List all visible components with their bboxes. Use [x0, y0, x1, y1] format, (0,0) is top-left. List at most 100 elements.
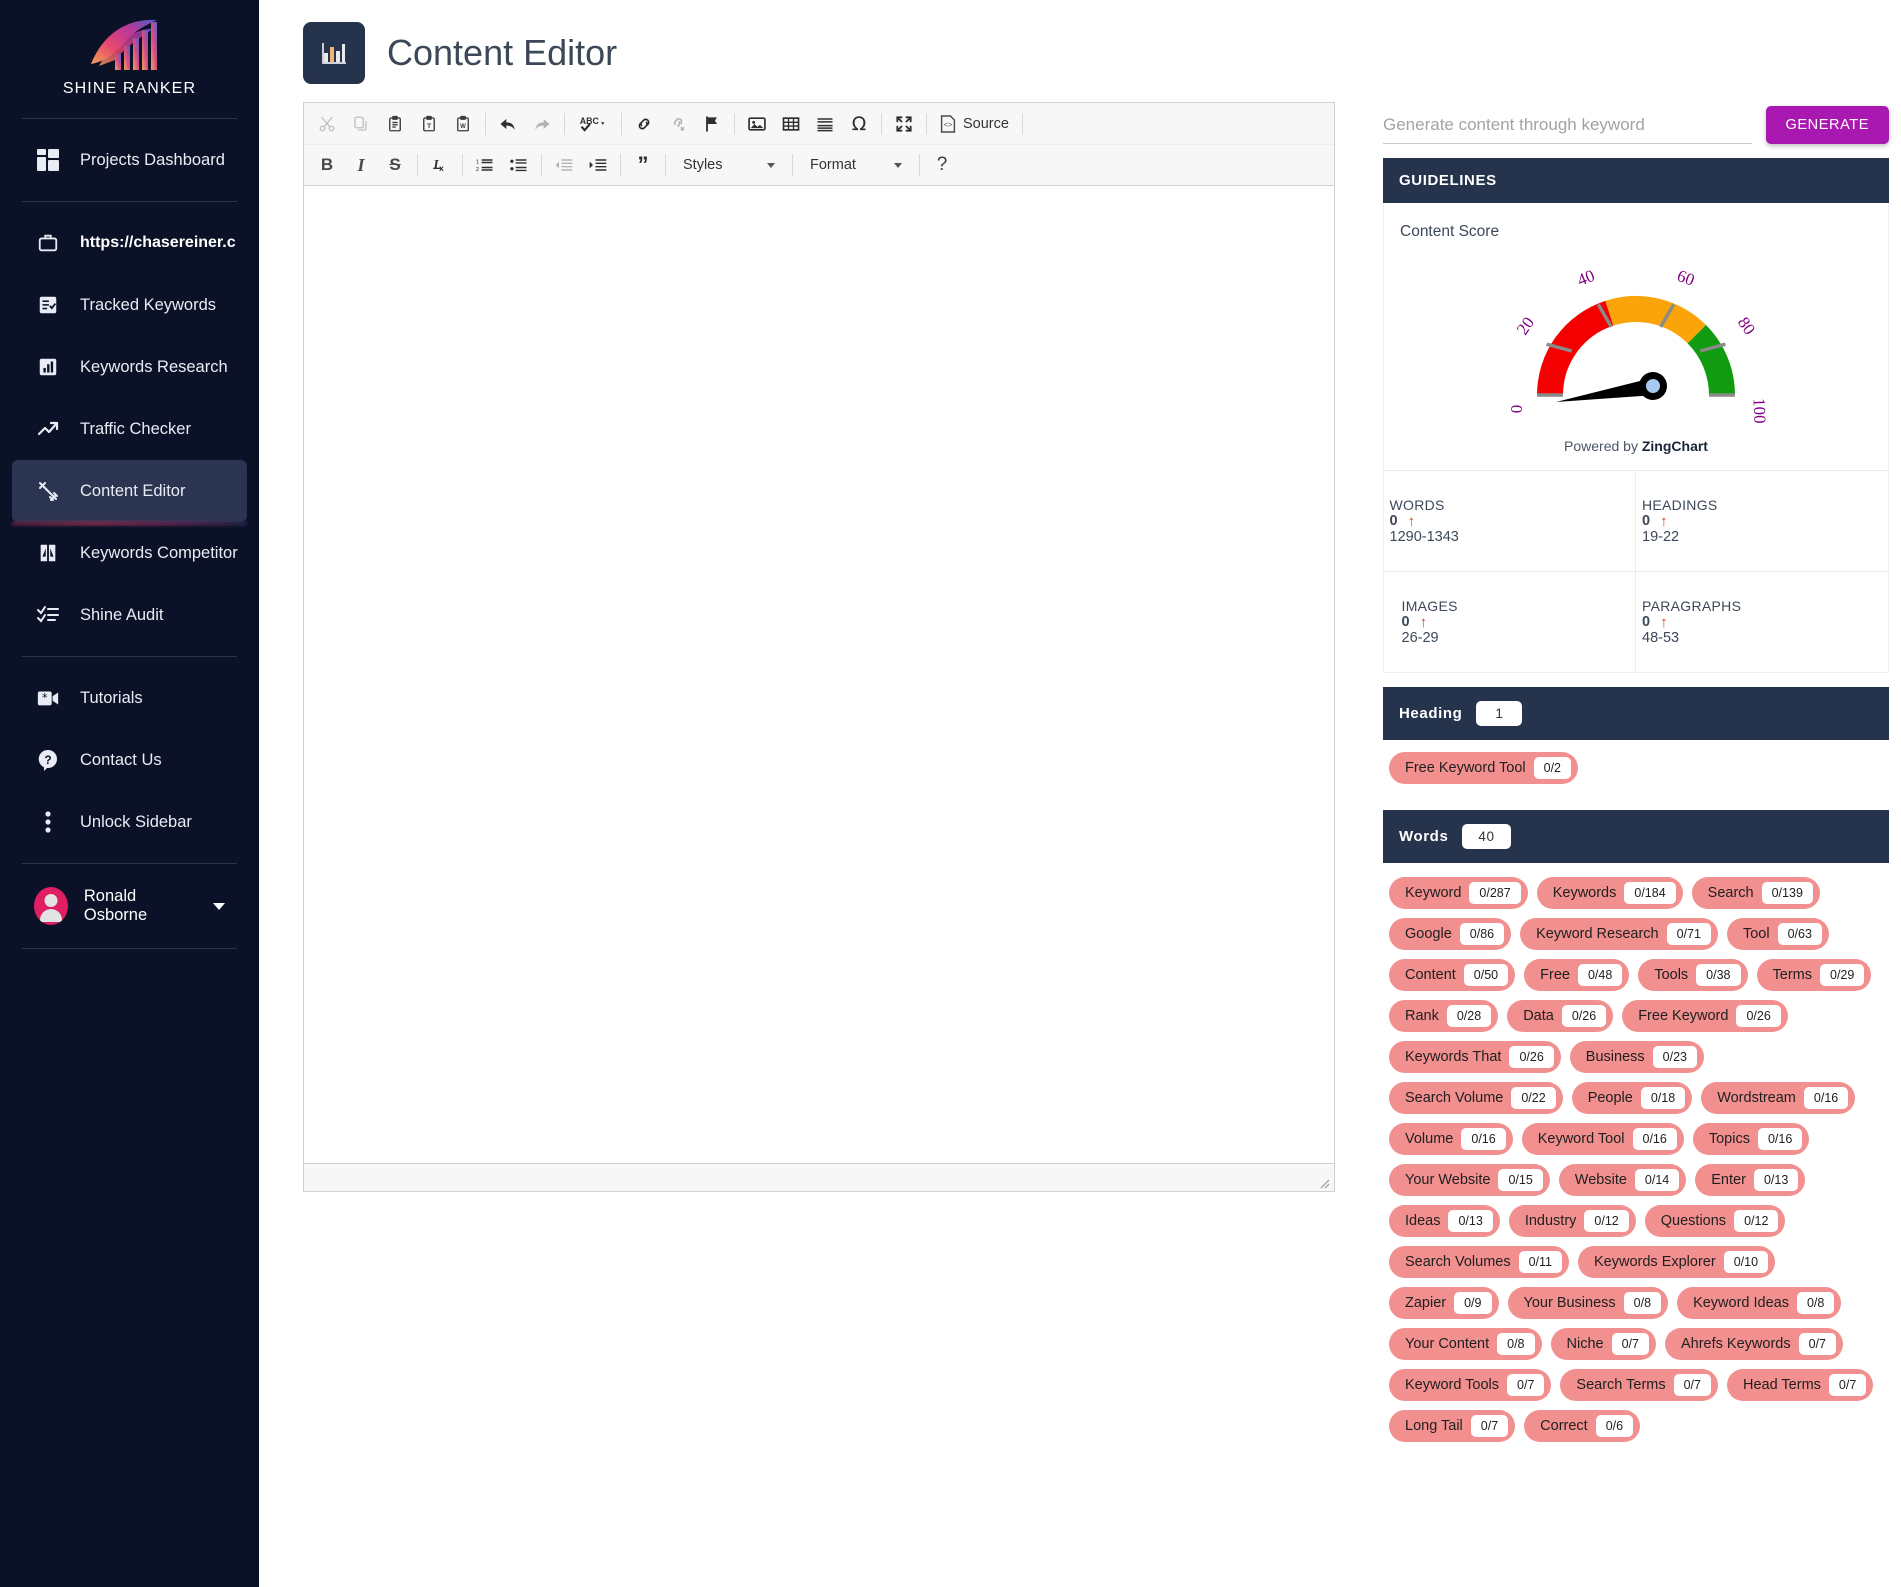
- editor-content-area[interactable]: [304, 186, 1334, 1163]
- user-menu[interactable]: Ronald Osborne: [12, 874, 247, 938]
- unlink-button[interactable]: [661, 107, 695, 141]
- keyword-chip[interactable]: Topics 0/16: [1692, 1123, 1810, 1155]
- keyword-chip[interactable]: Keyword Tools 0/7: [1389, 1369, 1552, 1401]
- keyword-chip[interactable]: Keywords Explorer 0/10: [1578, 1246, 1776, 1278]
- keyword-chip[interactable]: Search Volume 0/22: [1389, 1082, 1563, 1114]
- keyword-chip-label: Data: [1523, 1008, 1554, 1024]
- keyword-chip-label: Search Terms: [1576, 1377, 1666, 1393]
- italic-button[interactable]: I: [344, 148, 378, 182]
- increase-indent-button[interactable]: [581, 148, 615, 182]
- keyword-chip[interactable]: Website 0/14: [1558, 1164, 1687, 1196]
- help-button[interactable]: ?: [925, 148, 959, 182]
- keyword-chip[interactable]: Volume 0/16: [1389, 1123, 1513, 1155]
- sidebar-item-traffic-checker[interactable]: Traffic Checker: [12, 398, 247, 460]
- sidebar-item-shine-audit[interactable]: Shine Audit: [12, 584, 247, 646]
- keyword-chip[interactable]: Rank 0/28: [1389, 1000, 1499, 1032]
- keyword-chip[interactable]: Content 0/50: [1389, 959, 1516, 991]
- keyword-chip[interactable]: Tools 0/38: [1638, 959, 1748, 991]
- bold-button[interactable]: B: [310, 148, 344, 182]
- keyword-chip-count: 0/7: [1798, 1333, 1836, 1355]
- sidebar-item-project-url[interactable]: https://chasereiner.c: [12, 212, 247, 274]
- spell-check-button[interactable]: ABC: [570, 107, 616, 141]
- link-button[interactable]: [627, 107, 661, 141]
- keyword-chip-label: Correct: [1540, 1418, 1588, 1434]
- numbered-list-button[interactable]: 1 2: [468, 148, 502, 182]
- keyword-chip[interactable]: Industry 0/12: [1508, 1205, 1636, 1237]
- zing-prefix: Powered by: [1564, 438, 1642, 454]
- keyword-chip-count: 0/7: [1828, 1374, 1867, 1396]
- paste-button[interactable]: [378, 107, 412, 141]
- keyword-chip-count: 0/7: [1470, 1415, 1509, 1437]
- sidebar-item-keywords-research[interactable]: Keywords Research: [12, 336, 247, 398]
- horizontal-rule-button[interactable]: [808, 107, 842, 141]
- keyword-chip[interactable]: Business 0/23: [1569, 1041, 1704, 1073]
- keyword-chip[interactable]: Head Terms 0/7: [1727, 1369, 1874, 1401]
- keyword-chip[interactable]: Search 0/139: [1691, 877, 1820, 909]
- keyword-chip[interactable]: Tool 0/63: [1726, 918, 1829, 950]
- keyword-chip[interactable]: Free Keyword Tool 0/2: [1389, 752, 1579, 784]
- anchor-flag-button[interactable]: [695, 107, 729, 141]
- keyword-chip[interactable]: Wordstream 0/16: [1701, 1082, 1856, 1114]
- keyword-chip[interactable]: Keyword Research 0/71: [1520, 918, 1718, 950]
- keyword-chip[interactable]: Free 0/48: [1524, 959, 1630, 991]
- sidebar-item-contact-us[interactable]: ? Contact Us: [12, 729, 247, 791]
- sidebar-item-tracked-keywords[interactable]: Tracked Keywords: [12, 274, 247, 336]
- keyword-chip[interactable]: Search Volumes 0/11: [1389, 1246, 1569, 1278]
- keyword-chip[interactable]: Search Terms 0/7: [1560, 1369, 1718, 1401]
- sidebar-divider-3: [22, 656, 237, 657]
- format-dropdown[interactable]: Format: [802, 150, 910, 180]
- styles-dropdown[interactable]: Styles: [675, 150, 783, 180]
- keyword-chip[interactable]: Your Business 0/8: [1507, 1287, 1669, 1319]
- keyword-chip[interactable]: Zapier 0/9: [1389, 1287, 1499, 1319]
- keyword-chip[interactable]: Your Website 0/15: [1389, 1164, 1550, 1196]
- keyword-chip[interactable]: Keywords 0/184: [1536, 877, 1683, 909]
- generate-button[interactable]: GENERATE: [1765, 106, 1889, 144]
- copy-button[interactable]: [344, 107, 378, 141]
- keyword-chip-count: 0/48: [1577, 964, 1623, 986]
- keyword-chip[interactable]: Keywords That 0/26: [1389, 1041, 1561, 1073]
- cut-button[interactable]: [310, 107, 344, 141]
- bulleted-list-button[interactable]: [502, 148, 536, 182]
- special-character-button[interactable]: Ω: [842, 107, 876, 141]
- keyword-chip[interactable]: Long Tail 0/7: [1389, 1410, 1516, 1442]
- redo-button[interactable]: [525, 107, 559, 141]
- decrease-indent-button[interactable]: [547, 148, 581, 182]
- source-button[interactable]: <> Source: [932, 109, 1017, 139]
- generate-keyword-input[interactable]: [1383, 106, 1752, 144]
- keyword-chip[interactable]: Free Keyword 0/26: [1622, 1000, 1788, 1032]
- keyword-chip[interactable]: Google 0/86: [1389, 918, 1512, 950]
- sidebar-item-unlock-sidebar[interactable]: Unlock Sidebar: [12, 791, 247, 853]
- maximize-button[interactable]: [887, 107, 921, 141]
- keyword-chip[interactable]: Correct 0/6: [1524, 1410, 1641, 1442]
- keyword-chip[interactable]: Questions 0/12: [1644, 1205, 1786, 1237]
- undo-button[interactable]: [491, 107, 525, 141]
- keyword-chip[interactable]: Keyword Ideas 0/8: [1677, 1287, 1842, 1319]
- keyword-chip-label: Keywords: [1552, 885, 1617, 901]
- keyword-chip[interactable]: Keyword Tool 0/16: [1521, 1123, 1684, 1155]
- keyword-chip-label: Tool: [1742, 926, 1770, 942]
- keyword-chip[interactable]: Data 0/26: [1507, 1000, 1614, 1032]
- keyword-chip[interactable]: Niche 0/7: [1550, 1328, 1656, 1360]
- resize-grip-icon[interactable]: [1316, 1175, 1330, 1189]
- keyword-chip[interactable]: Keyword 0/287: [1389, 877, 1528, 909]
- sidebar-divider-5: [22, 948, 237, 949]
- keyword-chip-label: Search: [1707, 885, 1754, 901]
- keyword-chip[interactable]: People 0/18: [1571, 1082, 1693, 1114]
- keyword-chip[interactable]: Ahrefs Keywords 0/7: [1664, 1328, 1843, 1360]
- strikethrough-button[interactable]: S: [378, 148, 412, 182]
- keyword-chip[interactable]: Terms 0/29: [1756, 959, 1872, 991]
- keyword-chip[interactable]: Your Content 0/8: [1389, 1328, 1542, 1360]
- image-button[interactable]: [740, 107, 774, 141]
- paste-as-plain-text-button[interactable]: T: [412, 107, 446, 141]
- keyword-chip[interactable]: Enter 0/13: [1695, 1164, 1806, 1196]
- sidebar-item-keywords-competitor[interactable]: Keywords Competitor: [12, 522, 247, 584]
- block-quote-button[interactable]: ”: [626, 148, 660, 182]
- table-button[interactable]: [774, 107, 808, 141]
- sidebar-item-projects-dashboard[interactable]: Projects Dashboard: [12, 129, 247, 191]
- remove-format-button[interactable]: I x: [423, 148, 457, 182]
- sidebar-item-tutorials[interactable]: * Tutorials: [12, 667, 247, 729]
- keyword-chip[interactable]: Ideas 0/13: [1389, 1205, 1500, 1237]
- paste-from-word-button[interactable]: W: [446, 107, 480, 141]
- chevron-down-icon[interactable]: [213, 902, 225, 910]
- sidebar-item-content-editor[interactable]: Content Editor: [12, 460, 247, 522]
